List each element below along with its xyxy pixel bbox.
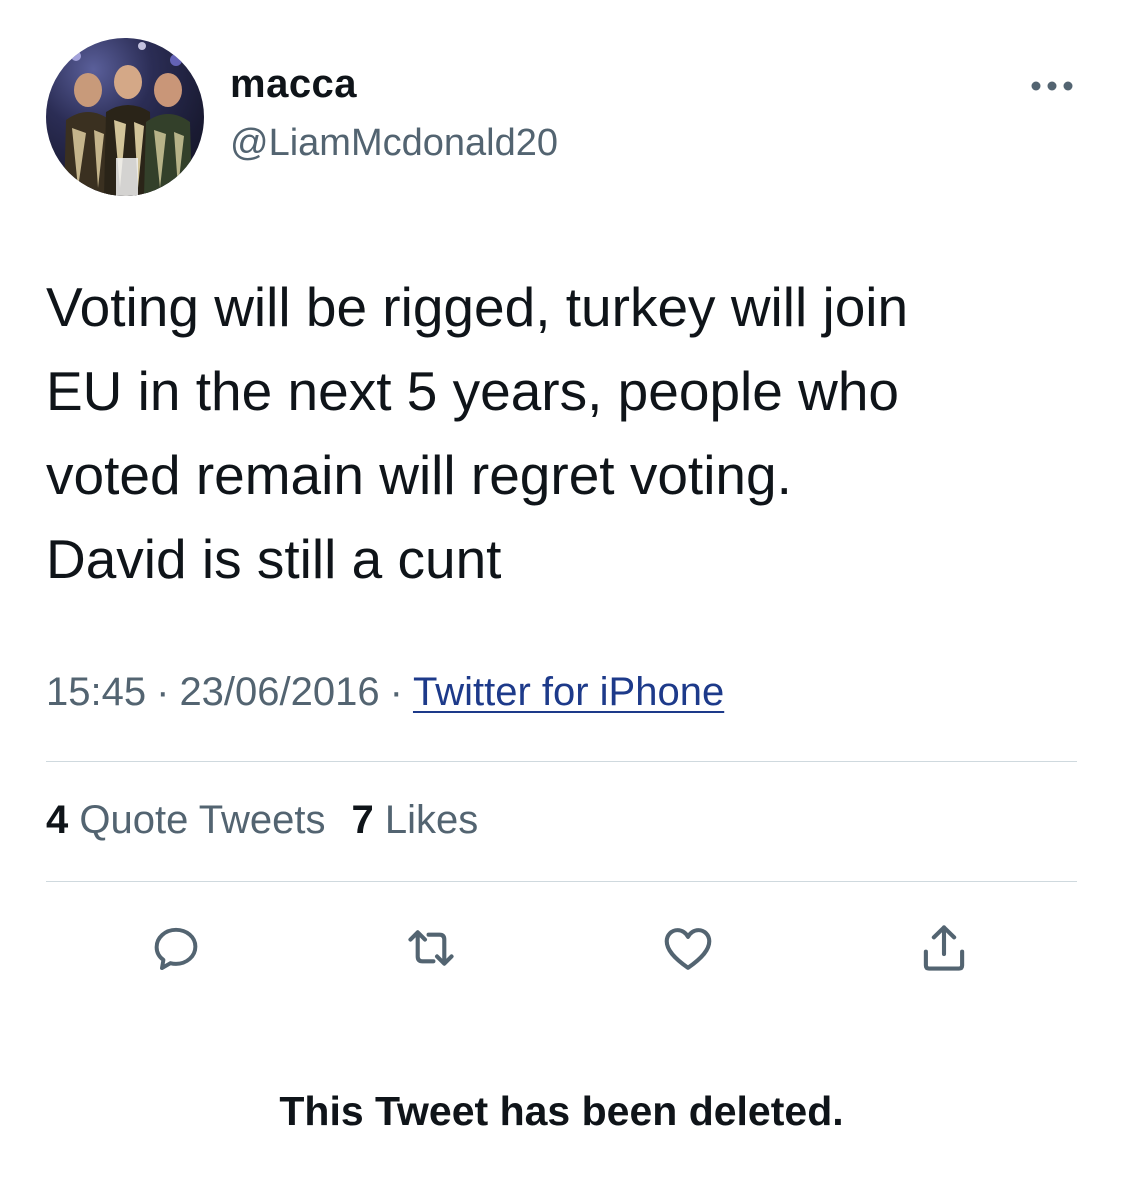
tweet-time[interactable]: 15:45: [46, 670, 146, 714]
quote-count: 4: [46, 798, 69, 842]
like-button[interactable]: [655, 915, 721, 981]
deleted-notice: This Tweet has been deleted.: [279, 1088, 844, 1134]
meta-separator: ·: [389, 670, 403, 714]
likes-stat[interactable]: 7 Likes: [351, 798, 478, 842]
reply-button[interactable]: [143, 915, 209, 981]
avatar[interactable]: [46, 38, 204, 196]
display-name[interactable]: macca: [230, 62, 357, 107]
like-count: 7: [351, 798, 374, 842]
more-options-button[interactable]: [1022, 66, 1082, 106]
retweet-button[interactable]: [398, 915, 464, 981]
reply-icon: [154, 927, 198, 971]
user-handle[interactable]: @LiamMcdonald20: [230, 122, 558, 165]
share-button[interactable]: [911, 915, 977, 981]
divider: [46, 881, 1077, 882]
tweet-date[interactable]: 23/06/2016: [179, 670, 379, 714]
like-label: Likes: [384, 798, 479, 842]
divider: [46, 761, 1077, 762]
quote-tweets-stat[interactable]: 4 Quote Tweets: [46, 798, 325, 842]
like-icon: [664, 928, 712, 970]
avatar-photo: [64, 42, 192, 196]
tweet-text: Voting will be rigged, turkey will join …: [46, 276, 909, 590]
tweet-stats: 4 Quote Tweets 7 Likes: [46, 798, 478, 843]
meta-separator: ·: [156, 670, 170, 714]
quote-label: Quote Tweets: [79, 798, 326, 842]
tweet-source-link[interactable]: Twitter for iPhone: [413, 670, 724, 714]
share-icon: [923, 925, 965, 971]
tweet-meta: 15:45 · 23/06/2016 · Twitter for iPhone: [46, 670, 724, 715]
retweet-icon: [408, 930, 454, 966]
more-icon: [1031, 81, 1073, 91]
